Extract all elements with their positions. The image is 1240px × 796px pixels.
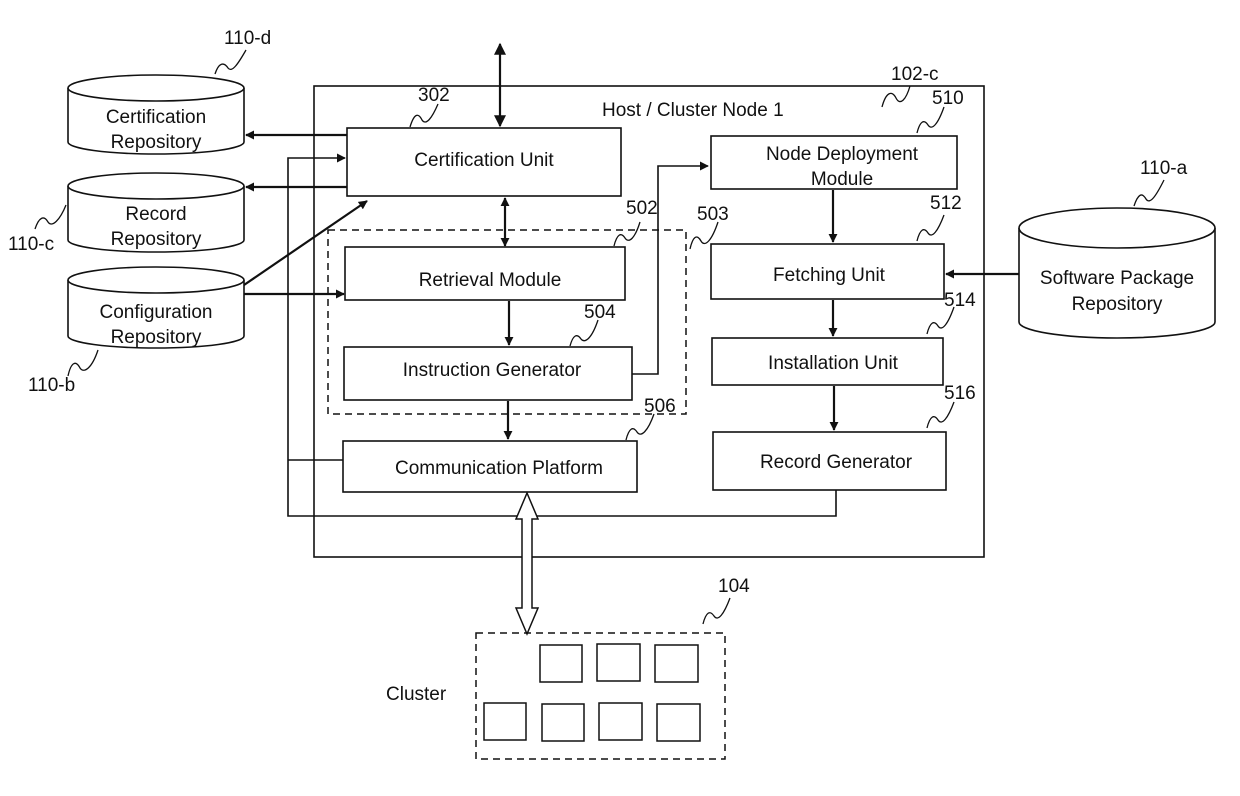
fetching-unit-ref: 512 [930, 193, 962, 214]
retrieval-module-ref: 502 [626, 198, 658, 219]
communication-platform-label: Communication Platform [395, 458, 603, 479]
configuration-repository-label-1: Configuration [99, 302, 212, 323]
node-deployment-ref: 510 [932, 88, 964, 109]
certification-repository-ref: 110-d [224, 28, 271, 49]
record-repository-ref: 110-c [8, 234, 54, 255]
node-deployment-label-1: Node Deployment [766, 144, 919, 165]
record-repository: Record Repository [67, 172, 245, 253]
cluster-node [654, 644, 699, 683]
cluster-node [656, 703, 701, 742]
instruction-generator-ref: 504 [584, 302, 616, 323]
software-package-repository-ref-leader [1133, 179, 1165, 207]
certification-repository: Certification Repository [67, 74, 245, 155]
cluster-ref: 104 [718, 576, 750, 597]
software-package-repository-ref: 110-a [1140, 158, 1188, 179]
cluster-ref-leader [702, 597, 731, 625]
software-package-repository-label-1: Software Package [1040, 268, 1194, 289]
cluster-node [539, 644, 583, 683]
record-repository-label-1: Record [125, 204, 186, 225]
certification-repository-ref-leader [214, 49, 247, 75]
installation-unit-ref: 514 [944, 290, 976, 311]
configuration-repository-ref-leader [67, 349, 99, 377]
configuration-repository-ref: 110-b [28, 375, 75, 396]
software-package-repository: Software Package Repository [1018, 207, 1216, 339]
host-title: Host / Cluster Node 1 [602, 100, 784, 121]
cluster-label: Cluster [386, 684, 447, 705]
certification-unit-label: Certification Unit [414, 150, 554, 171]
communication-platform-ref: 506 [644, 396, 676, 417]
configuration-repository-label-2: Repository [111, 327, 202, 348]
instruction-generator-label: Instruction Generator [403, 360, 582, 381]
group-ref: 503 [697, 204, 729, 225]
certification-repository-label-2: Repository [111, 132, 202, 153]
certification-unit-ref: 302 [418, 85, 450, 106]
system-diagram: Host / Cluster Node 1 102-c Certificatio… [8, 28, 1216, 760]
record-generator-label: Record Generator [760, 452, 913, 473]
software-package-repository-label-2: Repository [1072, 294, 1163, 315]
record-repository-label-2: Repository [111, 229, 202, 250]
host-ref: 102-c [891, 64, 939, 85]
cluster-node [596, 643, 641, 682]
installation-unit-label: Installation Unit [768, 353, 899, 374]
configuration-repository: Configuration Repository [67, 266, 245, 349]
certification-repository-label-1: Certification [106, 107, 206, 128]
cluster-node [541, 703, 585, 742]
cluster-node [483, 702, 527, 741]
node-deployment-label-2: Module [811, 169, 873, 190]
record-repository-ref-leader [34, 204, 67, 230]
record-generator-ref: 516 [944, 383, 976, 404]
cluster-link-arrow [514, 491, 540, 636]
fetching-unit-label: Fetching Unit [773, 265, 886, 286]
retrieval-module-label: Retrieval Module [419, 270, 562, 291]
cluster-node [598, 702, 643, 741]
